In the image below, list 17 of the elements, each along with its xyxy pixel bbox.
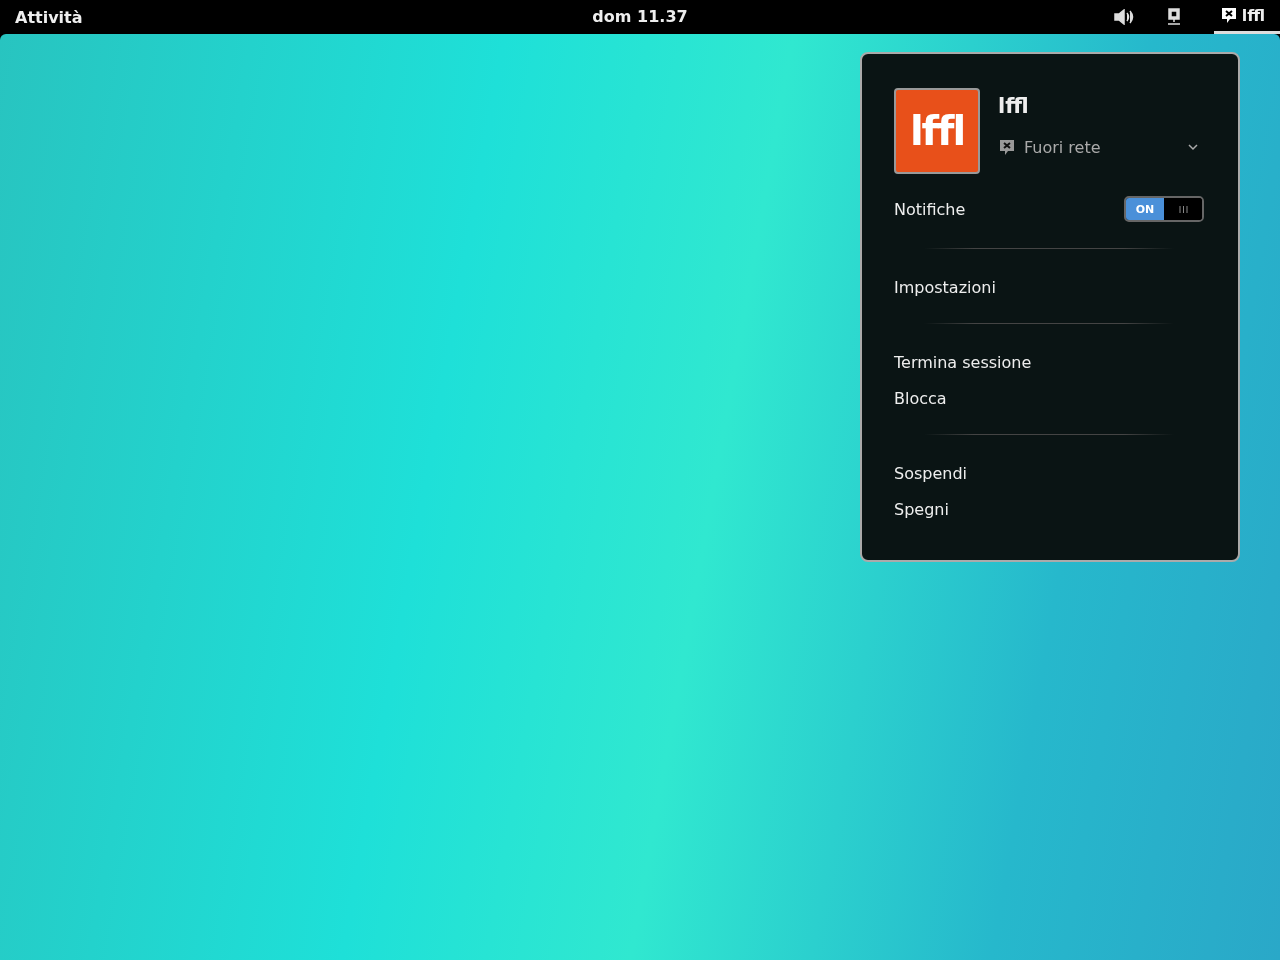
- menu-item[interactable]: Termina sessione: [894, 353, 1032, 372]
- offline-chat-icon: [998, 139, 1016, 156]
- menu-label: Notifiche: [894, 199, 966, 219]
- volume-icon[interactable]: [1113, 9, 1134, 25]
- menu-item[interactable]: Blocca: [894, 389, 947, 408]
- status-selector[interactable]: Fuori rete: [998, 138, 1204, 157]
- menu-item[interactable]: Sospendi: [894, 464, 968, 483]
- offline-chat-icon: [1219, 7, 1238, 24]
- user-name: lffl: [998, 94, 1030, 118]
- clock[interactable]: dom 11.37: [592, 7, 688, 26]
- menu-item[interactable]: Spegni: [894, 500, 949, 519]
- menu-item[interactable]: Impostazioni: [894, 278, 996, 297]
- grip-icon: [1178, 205, 1188, 213]
- network-icon[interactable]: [1165, 8, 1182, 26]
- activities-button[interactable]: Attività: [15, 7, 83, 27]
- chevron-down-icon: [1188, 144, 1198, 151]
- user-avatar: lffl: [894, 88, 980, 174]
